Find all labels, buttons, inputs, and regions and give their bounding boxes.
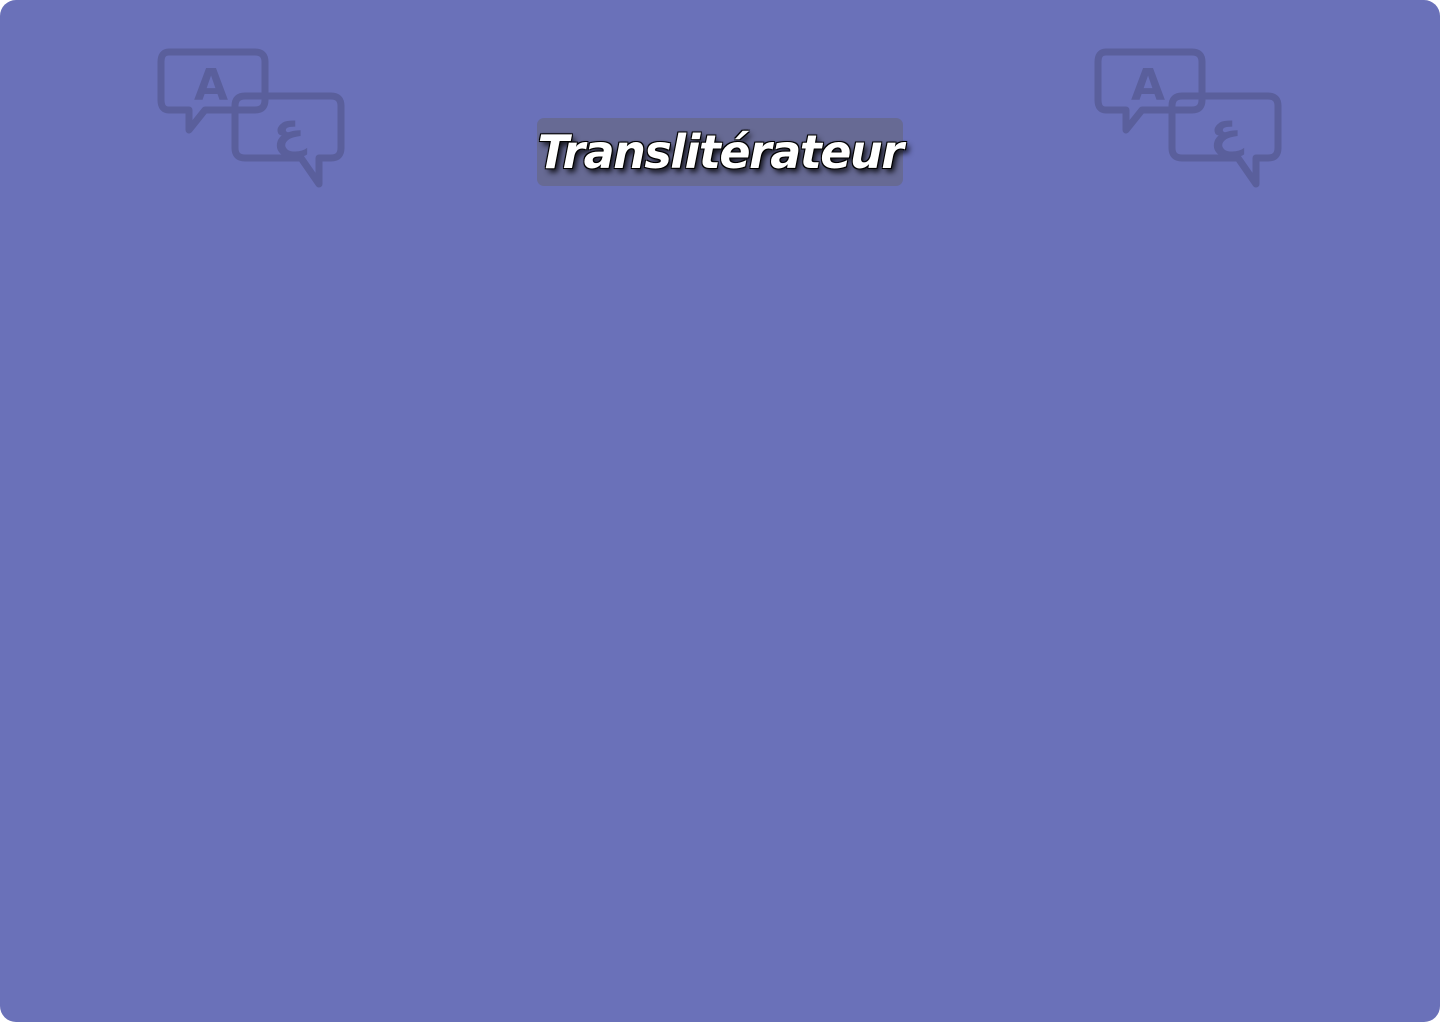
content-area: [0, 220, 1440, 1022]
app-title-box: Translitérateur: [537, 118, 904, 186]
app-title: Translitérateur: [537, 125, 904, 179]
header: A ع Translitérateur A ع: [0, 0, 1440, 220]
translate-chat-icon: A ع: [155, 44, 347, 192]
svg-text:A: A: [1131, 60, 1165, 111]
svg-text:ع: ع: [1210, 102, 1245, 158]
svg-text:ع: ع: [273, 102, 308, 158]
app-window: A ع Translitérateur A ع: [0, 0, 1440, 1022]
translate-chat-icon: A ع: [1092, 44, 1284, 192]
svg-text:A: A: [194, 60, 228, 111]
